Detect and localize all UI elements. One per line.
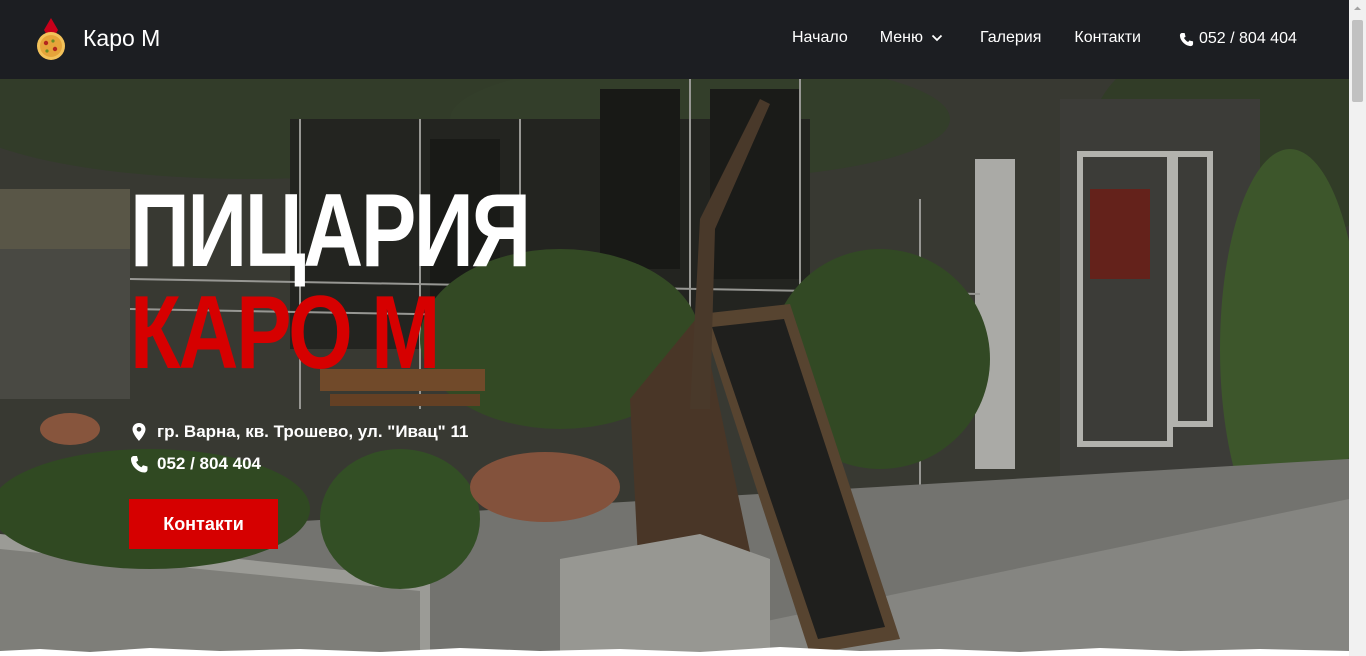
top-navbar: Каро М Начало Меню Галерия Контакти 052 … xyxy=(0,0,1349,79)
hero-phone[interactable]: 052 / 804 404 xyxy=(130,454,261,474)
chevron-down-icon xyxy=(931,34,943,42)
scroll-up-arrow-icon[interactable] xyxy=(1349,0,1366,17)
map-marker-icon xyxy=(132,423,146,441)
pizza-logo-icon xyxy=(37,18,65,60)
brand-link[interactable]: Каро М xyxy=(34,16,160,62)
phone-icon xyxy=(1179,32,1194,46)
page-scrollbar[interactable] xyxy=(1349,0,1366,656)
nav-item-menu-label: Меню xyxy=(879,29,923,46)
hero-section: ПИЦАРИЯ КАРО М гр. Варна, кв. Трошево, у… xyxy=(0,79,1349,656)
hero-address-text: гр. Варна, кв. Трошево, ул. "Ивац" 11 xyxy=(157,422,469,441)
main-nav: Начало Меню Галерия Контакти xyxy=(792,29,1141,47)
hero-phone-text: 052 / 804 404 xyxy=(157,454,261,473)
hero-address: гр. Варна, кв. Трошево, ул. "Ивац" 11 xyxy=(130,422,468,442)
scrollbar-thumb[interactable] xyxy=(1352,20,1363,102)
nav-phone-link[interactable]: 052 / 804 404 xyxy=(1179,30,1297,48)
nav-item-home[interactable]: Начало xyxy=(792,29,848,47)
torn-paper-edge xyxy=(0,647,1349,656)
nav-item-menu[interactable]: Меню xyxy=(880,29,943,47)
contacts-button[interactable]: Контакти xyxy=(129,499,278,549)
hero-title-line2: КАРО М xyxy=(130,275,440,391)
brand-name: Каро М xyxy=(83,24,161,51)
nav-phone-number: 052 / 804 404 xyxy=(1199,30,1297,47)
hero-title-line1: ПИЦАРИЯ xyxy=(130,173,531,289)
phone-icon xyxy=(131,456,148,473)
nav-item-contacts[interactable]: Контакти xyxy=(1074,29,1141,47)
nav-item-gallery[interactable]: Галерия xyxy=(980,29,1041,47)
